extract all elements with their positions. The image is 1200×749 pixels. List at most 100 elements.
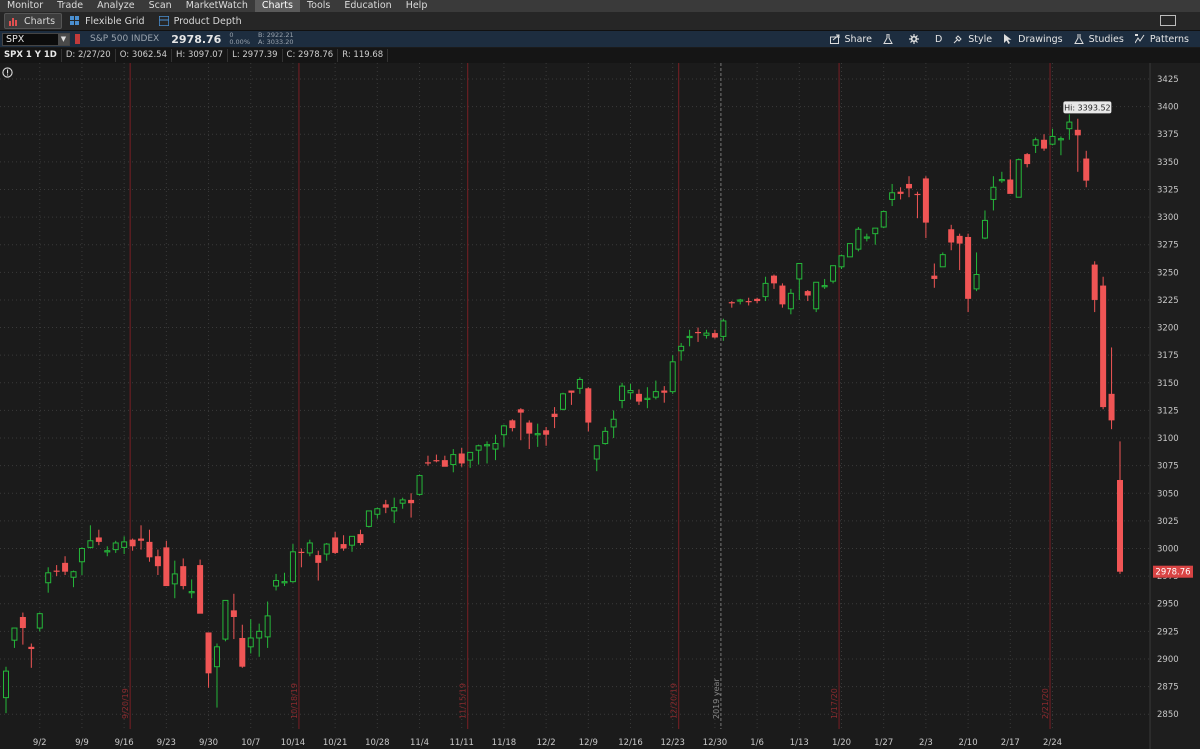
candle-body — [1024, 154, 1031, 165]
candle-body — [661, 390, 668, 393]
candle[interactable] — [416, 474, 423, 496]
candle-body — [635, 393, 642, 402]
candle-body — [914, 193, 921, 196]
candle-body — [408, 499, 415, 504]
style-button[interactable]: Style — [953, 34, 992, 45]
alert-icon[interactable] — [2, 67, 13, 78]
high-label: Hi: 3393.52 — [1064, 103, 1111, 112]
candle[interactable] — [846, 243, 853, 258]
menu-item-trade[interactable]: Trade — [50, 0, 90, 12]
candle-body — [247, 637, 254, 648]
layout-icon[interactable] — [1160, 15, 1176, 26]
candle-body — [500, 425, 507, 436]
candle-body — [703, 332, 710, 336]
candle-body — [855, 228, 862, 250]
candle[interactable] — [838, 254, 845, 270]
candle-body — [323, 543, 330, 555]
candle[interactable] — [163, 540, 170, 587]
candle-body — [19, 616, 26, 629]
candle-body — [382, 504, 389, 508]
candle[interactable] — [880, 210, 887, 229]
menu-item-scan[interactable]: Scan — [142, 0, 179, 12]
candle-body — [180, 566, 187, 587]
tab-charts[interactable]: Charts — [4, 13, 63, 29]
y-tick-label: 3275 — [1157, 241, 1179, 251]
candle-body — [990, 186, 997, 200]
candle-body — [568, 390, 575, 393]
drawings-button[interactable]: Drawings — [1003, 34, 1063, 45]
candle-body — [492, 443, 499, 450]
share-label: Share — [844, 33, 872, 45]
flask-button[interactable] — [883, 34, 898, 44]
candle-body — [813, 281, 820, 310]
candle[interactable] — [1100, 276, 1107, 410]
menu-item-charts[interactable]: Charts — [254, 0, 300, 12]
candle[interactable] — [1015, 158, 1022, 198]
link-color-icon[interactable] — [75, 34, 80, 44]
candle-body — [610, 418, 617, 428]
share-button[interactable]: Share — [829, 33, 872, 45]
period-button[interactable]: D — [935, 34, 942, 45]
y-tick-label: 2950 — [1157, 600, 1179, 610]
candle-body — [619, 385, 626, 401]
price-chart[interactable]: 3425 3400 3375 3350 3325 3300 3275 3250 3225 3200… — [0, 63, 1200, 749]
candle-body — [965, 236, 972, 299]
candle-body — [112, 542, 119, 551]
tab-flexible-grid[interactable]: Flexible Grid — [66, 14, 151, 28]
x-tick-label: 11/11 — [449, 738, 474, 748]
patterns-button[interactable]: Patterns — [1134, 33, 1189, 45]
ohlc-close: C: 2978.76 — [283, 49, 339, 62]
menu-item-monitor[interactable]: Monitor — [0, 0, 50, 12]
x-tick-label: 10/21 — [323, 738, 348, 748]
candle-body — [1057, 138, 1064, 141]
tab-product-depth[interactable]: Product Depth — [155, 14, 248, 28]
studies-button[interactable]: Studies — [1073, 34, 1124, 45]
candle-body — [306, 542, 313, 554]
candle[interactable] — [813, 281, 820, 313]
candle-body — [779, 285, 786, 305]
candle-body — [534, 433, 541, 436]
patterns-label: Patterns — [1149, 33, 1189, 45]
y-tick-label: 3125 — [1157, 406, 1179, 416]
candle-body — [551, 413, 558, 418]
y-tick-label: 3000 — [1157, 544, 1179, 554]
x-tick-label: 1/13 — [790, 738, 809, 748]
candle[interactable] — [222, 599, 229, 642]
menu-item-analyze[interactable]: Analyze — [90, 0, 141, 12]
menu-item-help[interactable]: Help — [399, 0, 435, 12]
candle[interactable] — [779, 283, 786, 308]
share-icon — [829, 34, 840, 44]
x-tick-label: 2/17 — [1001, 738, 1020, 748]
candle-body — [273, 580, 280, 587]
candle-body — [484, 444, 491, 447]
symbol-input[interactable]: SPX ▼ — [2, 32, 70, 46]
candle-body — [745, 301, 752, 303]
chevron-down-icon[interactable]: ▼ — [58, 33, 69, 45]
candle-body — [188, 591, 195, 594]
candle-body — [129, 539, 136, 547]
candle[interactable] — [365, 510, 372, 528]
settings-button[interactable] — [908, 34, 924, 44]
candle-body — [872, 227, 879, 235]
menu-item-marketwatch[interactable]: MarketWatch — [179, 0, 255, 12]
candle-body — [787, 292, 794, 310]
candle-body — [846, 243, 853, 258]
candle-body — [830, 265, 837, 282]
candle[interactable] — [830, 265, 837, 284]
ohlc-range: R: 119.68 — [338, 49, 389, 62]
candle[interactable] — [36, 612, 43, 632]
y-tick-label: 2900 — [1157, 655, 1179, 665]
candle-body — [1100, 285, 1107, 408]
menu-item-tools[interactable]: Tools — [300, 0, 337, 12]
candle[interactable] — [855, 227, 862, 252]
candle-body — [450, 454, 457, 466]
candle[interactable] — [939, 252, 946, 268]
candle-body — [357, 534, 364, 543]
menu-item-education[interactable]: Education — [337, 0, 398, 12]
candle[interactable] — [560, 392, 566, 411]
x-tick-label: 1/27 — [874, 738, 893, 748]
candle-body — [1074, 129, 1081, 136]
candle-body — [416, 475, 423, 495]
candle-body — [391, 507, 398, 512]
candle[interactable] — [197, 559, 204, 614]
